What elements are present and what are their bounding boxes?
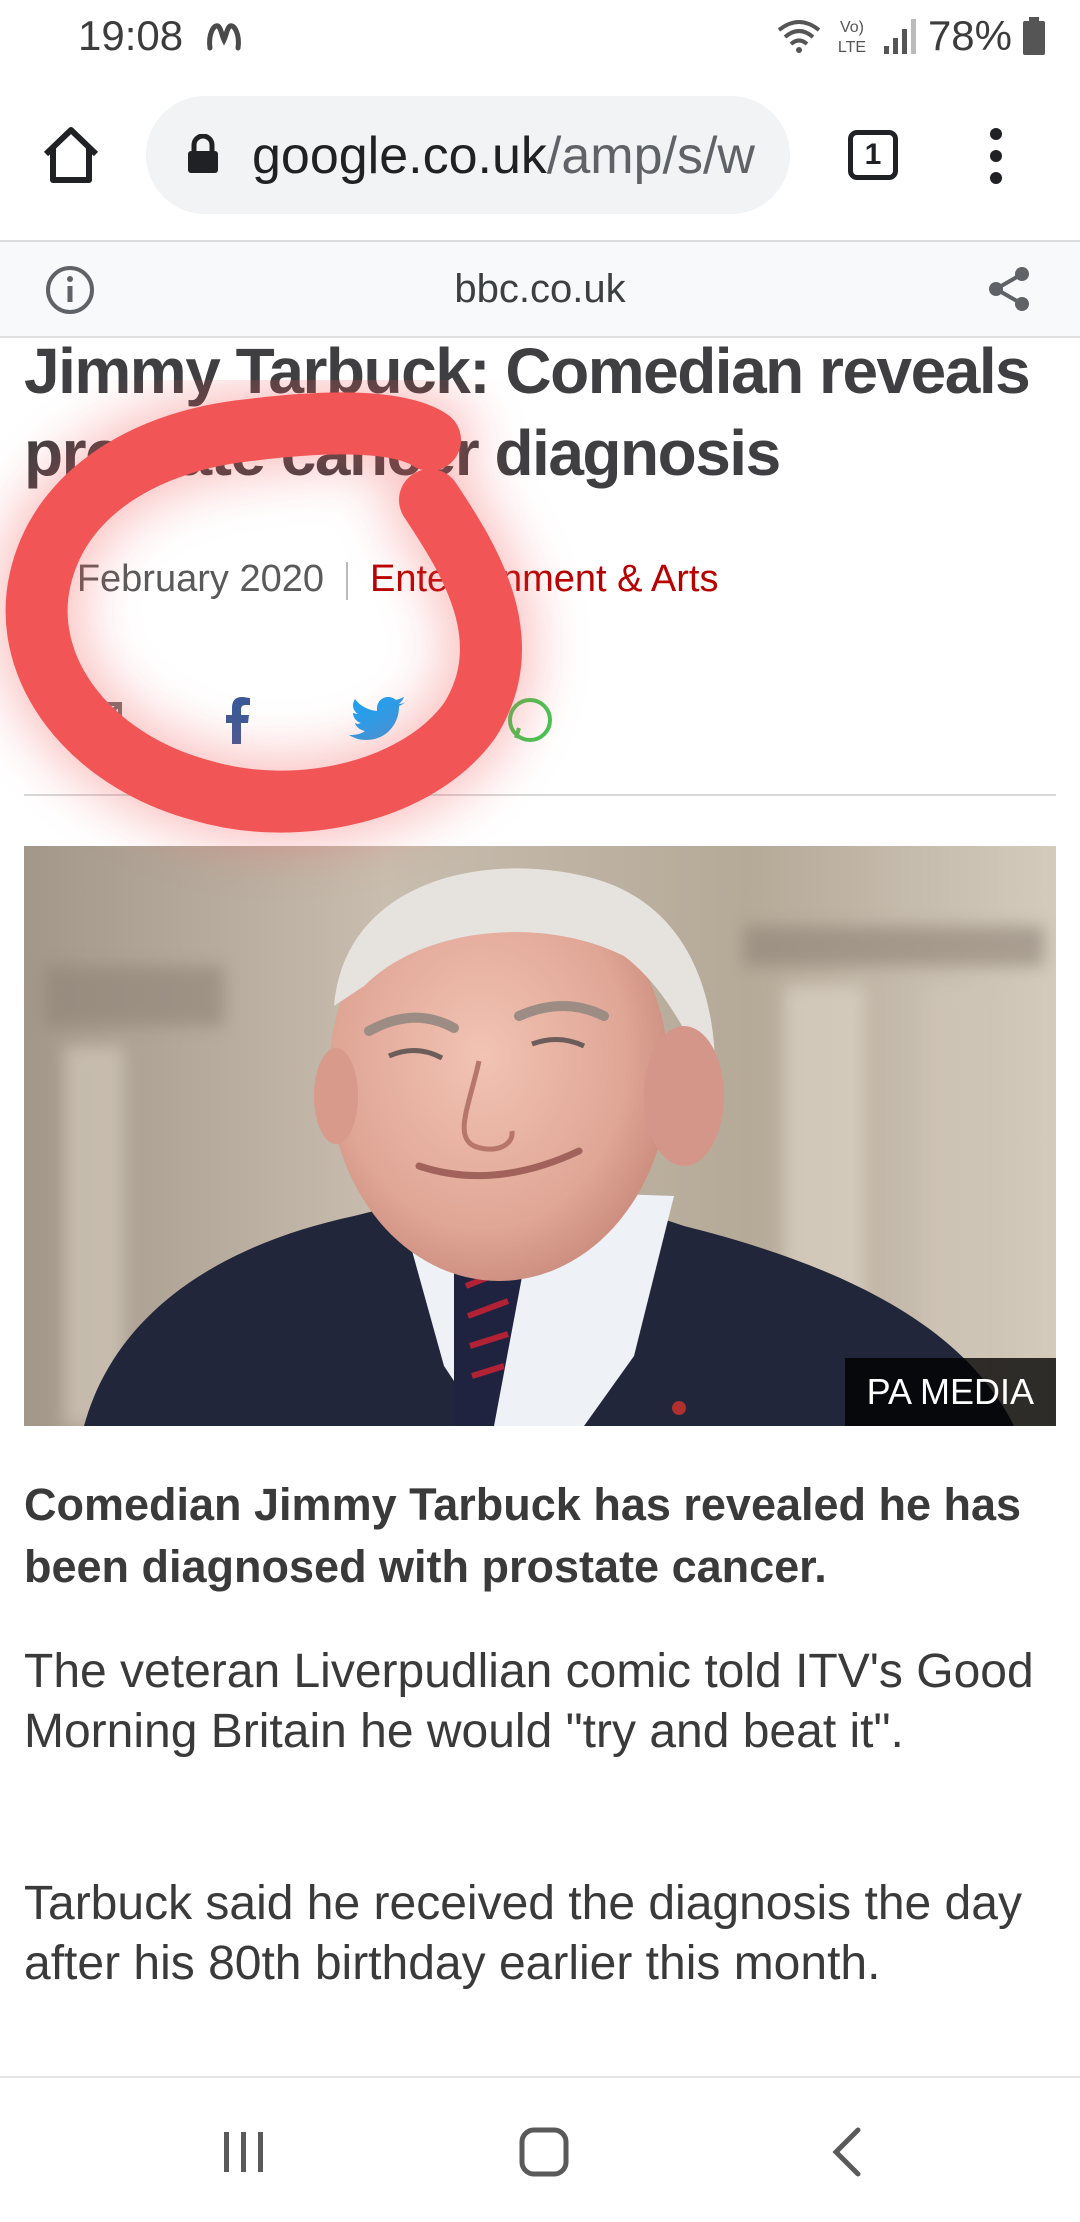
whatsapp-icon[interactable] bbox=[502, 692, 558, 748]
browser-toolbar: google.co.uk/amp/s/w 1 bbox=[0, 72, 1080, 242]
amp-domain: bbc.co.uk bbox=[454, 267, 626, 311]
url-text[interactable]: google.co.uk/amp/s/w bbox=[252, 126, 772, 186]
recent-apps-icon[interactable] bbox=[214, 2122, 274, 2182]
amp-header-bar: bbc.co.uk bbox=[0, 242, 1080, 338]
svg-text:LTE: LTE bbox=[838, 39, 866, 56]
svg-text:Vo): Vo) bbox=[840, 19, 864, 36]
share-icon[interactable] bbox=[984, 264, 1034, 314]
email-icon[interactable] bbox=[70, 692, 126, 748]
battery-icon bbox=[1023, 17, 1045, 55]
wifi-icon bbox=[777, 20, 821, 53]
article-meta: 19 February 2020 Entertainment & Arts bbox=[24, 552, 1024, 606]
url-host: google.co.uk bbox=[252, 127, 547, 185]
home-nav-icon[interactable] bbox=[514, 2122, 574, 2182]
article-headline: Jimmy Tarbuck: Comedian reveals prostate… bbox=[24, 335, 1031, 489]
m-notification-icon bbox=[207, 23, 241, 51]
status-bar: 19:08 Vo) LTE 78% bbox=[0, 0, 1080, 72]
volte-lte-icon: Vo) LTE bbox=[838, 19, 866, 56]
system-nav-bar bbox=[0, 2076, 1080, 2222]
image-credit: PA MEDIA bbox=[844, 1358, 1056, 1426]
lock-icon bbox=[188, 134, 218, 173]
share-tools bbox=[24, 680, 1056, 760]
divider bbox=[24, 794, 1056, 796]
status-time: 19:08 bbox=[78, 12, 184, 59]
url-bar[interactable]: google.co.uk/amp/s/w bbox=[146, 96, 790, 214]
battery-percent: 78% bbox=[927, 12, 1012, 59]
photo-of-man-in-suit bbox=[24, 846, 1056, 1426]
more-menu-icon[interactable] bbox=[980, 124, 1012, 188]
article-category-link[interactable]: Entertainment & Arts bbox=[370, 558, 719, 600]
back-icon[interactable] bbox=[818, 2122, 878, 2182]
article-hero-image[interactable]: PA MEDIA bbox=[24, 846, 1056, 1426]
article-lead: Comedian Jimmy Tarbuck has revealed he h… bbox=[24, 1479, 1022, 1592]
twitter-icon[interactable] bbox=[348, 692, 410, 748]
article-date: 19 February 2020 bbox=[24, 558, 324, 600]
meta-separator bbox=[345, 561, 348, 600]
signal-icon bbox=[883, 19, 916, 54]
article-paragraph-1: The veteran Liverpudlian comic told ITV'… bbox=[24, 1645, 1034, 1758]
facebook-icon[interactable] bbox=[210, 692, 266, 748]
article-paragraph-2: Tarbuck said he received the diagnosis t… bbox=[24, 1877, 1022, 1990]
url-path: /amp/s/w bbox=[546, 127, 755, 185]
home-icon[interactable] bbox=[38, 122, 104, 188]
tab-switcher-icon[interactable]: 1 bbox=[848, 130, 898, 180]
